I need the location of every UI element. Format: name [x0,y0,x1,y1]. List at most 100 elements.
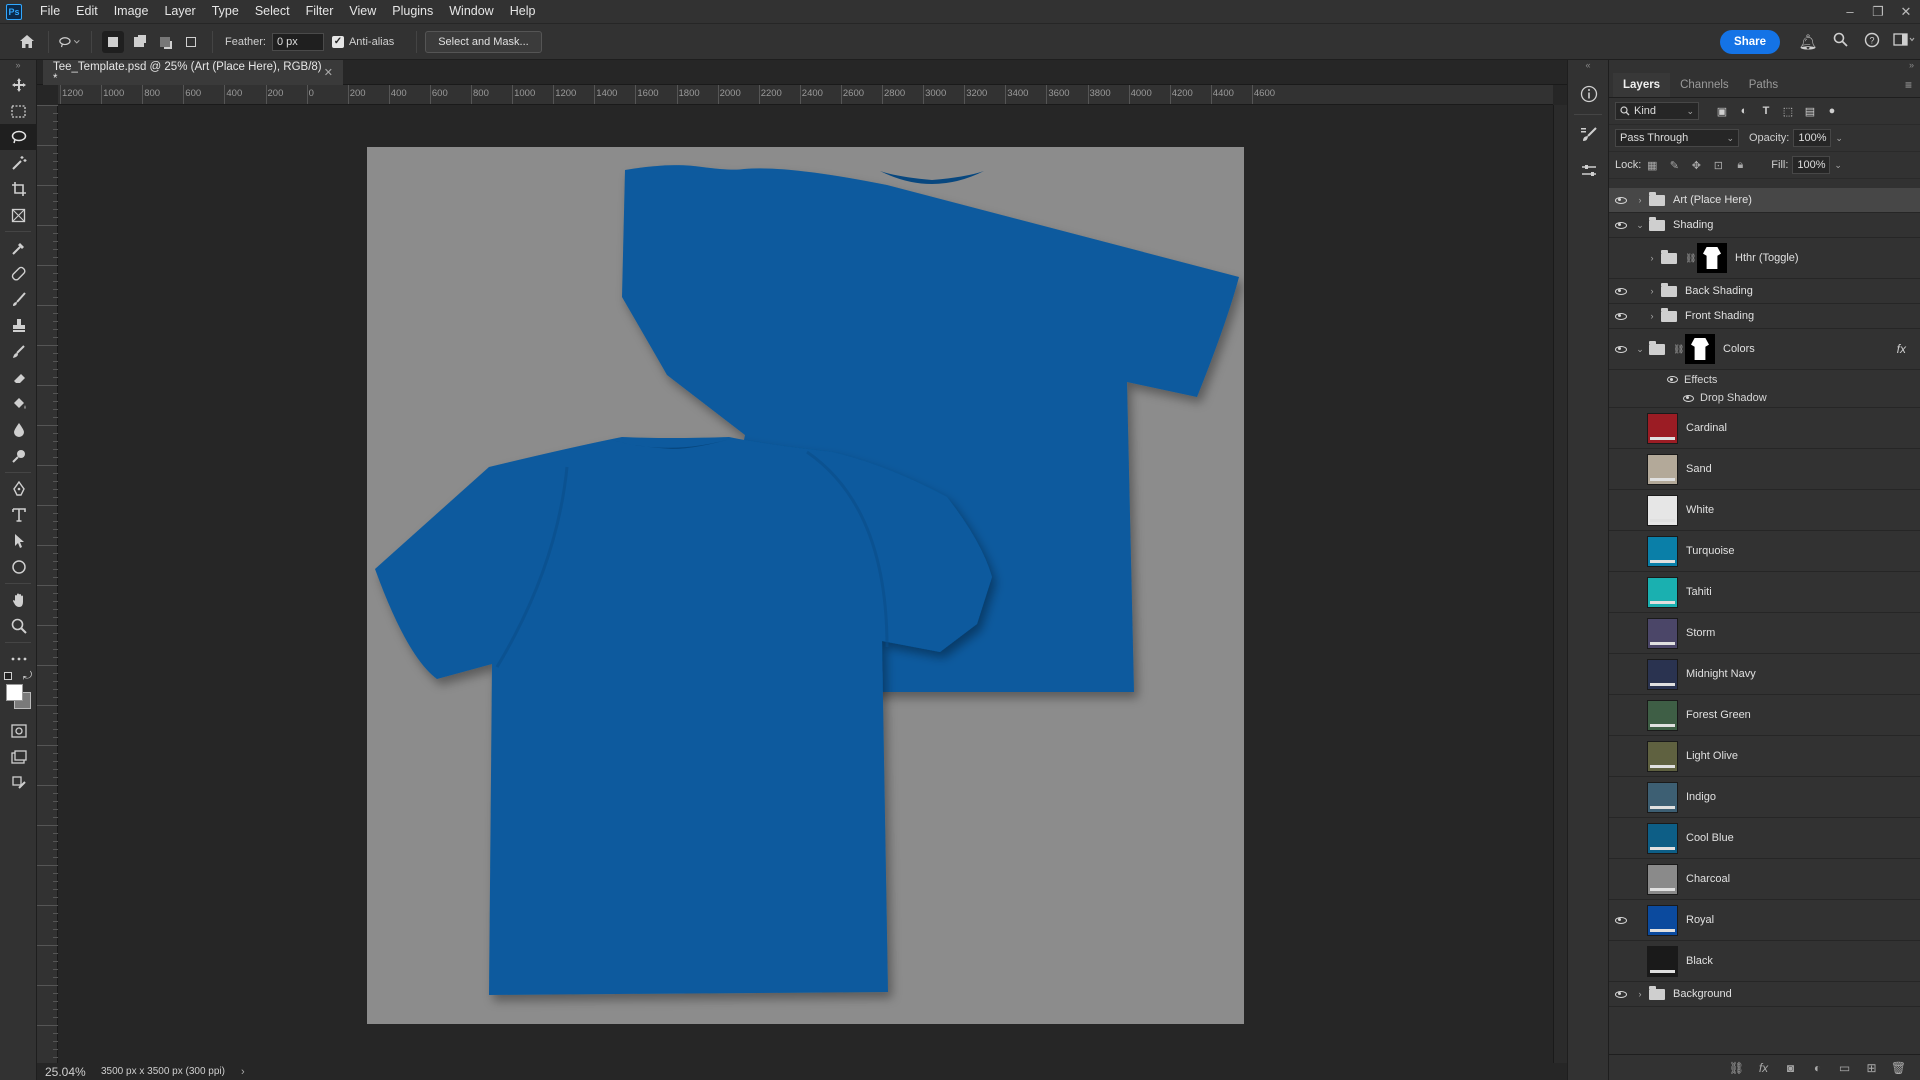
layer-mask-thumbnail[interactable] [1697,243,1727,273]
document-canvas[interactable] [367,147,1244,1024]
tab-paths[interactable]: Paths [1739,73,1788,97]
chevron-right-icon[interactable]: › [1645,286,1659,296]
clone-stamp-tool-icon[interactable] [0,313,37,339]
layer-color-indigo[interactable]: Indigo [1609,777,1920,818]
layer-color-turquoise[interactable]: Turquoise [1609,531,1920,572]
move-tool-icon[interactable] [0,72,37,98]
layer-shading[interactable]: ⌄ Shading [1609,213,1920,238]
drop-shadow-effect-row[interactable]: Drop Shadow [1609,389,1920,408]
tab-channels[interactable]: Channels [1670,73,1739,97]
edit-toolbar-icon[interactable] [0,770,37,796]
visibility-eye-icon[interactable] [1609,900,1633,940]
visibility-eye-icon[interactable] [1609,279,1633,303]
shape-filter-icon[interactable]: ⬚ [1777,105,1799,118]
tab-layers[interactable]: Layers [1613,73,1671,97]
chevron-right-icon[interactable]: › [1633,195,1647,205]
link-icon[interactable]: ⛓ [1685,253,1696,264]
layer-color-tahiti[interactable]: Tahiti [1609,572,1920,613]
chevron-right-icon[interactable]: › [1645,253,1659,263]
ellipse-tool-icon[interactable] [0,554,37,580]
screen-mode-icon[interactable] [0,744,37,770]
layer-color-cardinal[interactable]: Cardinal [1609,408,1920,449]
default-colors-icon[interactable] [4,672,12,680]
eyedropper-tool-icon[interactable] [0,235,37,261]
fill-dropdown-icon[interactable]: ⌄ [1834,160,1842,171]
add-selection-mode-button[interactable] [128,31,150,53]
collapse-dock-icon[interactable]: « [1568,60,1608,76]
help-icon[interactable]: ? [1856,32,1888,52]
layer-thumbnail[interactable] [1647,617,1678,649]
layer-thumbnail[interactable] [1647,535,1678,567]
layer-hthr-toggle[interactable]: › ⛓ Hthr (Toggle) [1609,238,1920,279]
smart-object-filter-icon[interactable]: ▤ [1799,105,1821,118]
add-layer-style-icon[interactable]: fx [1750,1061,1777,1075]
close-button[interactable]: ✕ [1892,0,1920,23]
new-layer-icon[interactable]: ⊞ [1858,1061,1885,1075]
layer-front-shading[interactable]: › Front Shading [1609,304,1920,329]
marquee-tool-icon[interactable] [0,98,37,124]
layer-back-shading[interactable]: › Back Shading [1609,279,1920,304]
visibility-eye-icon[interactable] [1609,188,1633,212]
eraser-tool-icon[interactable] [0,365,37,391]
workspace-icon[interactable] [1888,32,1920,51]
lock-position-icon[interactable]: ✥ [1685,159,1707,172]
layer-color-forest-green[interactable]: Forest Green [1609,695,1920,736]
add-mask-icon[interactable]: ◙ [1777,1061,1804,1075]
menu-file[interactable]: File [32,0,68,23]
layer-thumbnail[interactable] [1647,822,1678,854]
lock-image-icon[interactable]: ✎ [1663,159,1685,172]
layer-thumbnail[interactable] [1647,699,1678,731]
fill-input[interactable]: 100% [1792,156,1831,174]
collapse-panel-icon[interactable]: » [1609,60,1920,74]
menu-type[interactable]: Type [204,0,247,23]
healing-brush-tool-icon[interactable] [0,261,37,287]
menu-filter[interactable]: Filter [298,0,342,23]
layer-color-cool-blue[interactable]: Cool Blue [1609,818,1920,859]
frame-tool-icon[interactable] [0,202,37,228]
menu-help[interactable]: Help [502,0,544,23]
menu-image[interactable]: Image [106,0,157,23]
opacity-input[interactable]: 100% [1793,129,1832,147]
new-adjustment-layer-icon[interactable]: ◐ [1804,1061,1831,1075]
horizontal-ruler[interactable]: 1200 1000 800 600 400 200 0 200 400 600 800 1000 120… [58,85,1553,105]
dodge-tool-icon[interactable] [0,443,37,469]
quick-mask-icon[interactable] [0,718,37,744]
bell-icon[interactable]: 🔔︎ [1792,33,1824,51]
new-selection-mode-button[interactable] [102,30,124,53]
kind-filter-select[interactable]: Kind ⌄ [1615,102,1699,120]
feather-input[interactable] [271,32,324,51]
type-tool-icon[interactable] [0,502,37,528]
layer-thumbnail[interactable] [1647,494,1678,526]
chevron-right-icon[interactable]: › [1645,311,1659,321]
layer-thumbnail[interactable] [1647,740,1678,772]
new-group-icon[interactable]: ▭ [1831,1061,1858,1075]
intersect-selection-mode-button[interactable] [180,31,202,53]
layer-thumbnail[interactable] [1647,904,1678,936]
paint-bucket-tool-icon[interactable] [0,391,37,417]
adjustments-icon[interactable] [1568,153,1610,189]
layer-color-sand[interactable]: Sand [1609,449,1920,490]
restore-button[interactable]: ❐ [1864,0,1892,23]
menu-layer[interactable]: Layer [156,0,203,23]
layer-thumbnail[interactable] [1647,945,1678,977]
brush-tool-icon[interactable] [0,287,37,313]
chevron-down-icon[interactable]: ⌄ [1633,220,1647,231]
menu-view[interactable]: View [341,0,384,23]
lasso-tool-icon[interactable] [0,124,37,150]
close-tab-icon[interactable]: ✕ [324,66,333,79]
canvas-area[interactable] [58,105,1553,1063]
layer-color-charcoal[interactable]: Charcoal [1609,859,1920,900]
visibility-eye-icon[interactable] [1667,376,1678,383]
share-button[interactable]: Share [1720,29,1780,54]
subtract-selection-mode-button[interactable] [154,31,176,53]
layer-color-royal[interactable]: Royal [1609,900,1920,941]
blur-tool-icon[interactable] [0,417,37,443]
layer-color-storm[interactable]: Storm [1609,613,1920,654]
lock-transparent-icon[interactable]: ▦ [1641,159,1663,172]
layer-thumbnail[interactable] [1647,412,1678,444]
vertical-ruler[interactable] [37,105,58,1063]
hand-tool-icon[interactable] [0,587,37,613]
link-layers-icon[interactable]: ⛓ [1723,1061,1750,1075]
visibility-eye-icon[interactable] [1609,304,1633,328]
adjustment-filter-icon[interactable]: ◐ [1733,105,1755,118]
